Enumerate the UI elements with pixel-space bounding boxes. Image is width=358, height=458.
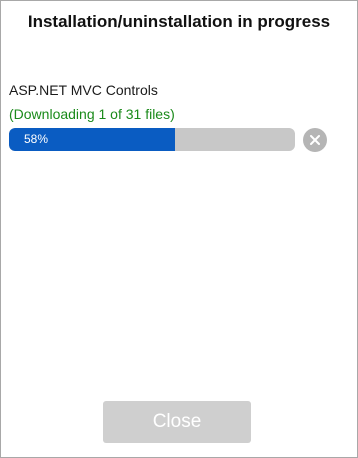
progress-percent-label: 58%: [24, 132, 49, 146]
installation-dialog: Installation/uninstallation in progress …: [0, 0, 358, 458]
cancel-download-button[interactable]: [303, 128, 327, 152]
progress-bar: 58%: [9, 128, 295, 151]
close-circle-icon: [310, 135, 320, 145]
close-button[interactable]: Close: [103, 401, 251, 443]
item-status: (Downloading 1 of 31 files): [9, 106, 175, 122]
dialog-title: Installation/uninstallation in progress: [27, 12, 331, 31]
item-name: ASP.NET MVC Controls: [9, 82, 158, 98]
